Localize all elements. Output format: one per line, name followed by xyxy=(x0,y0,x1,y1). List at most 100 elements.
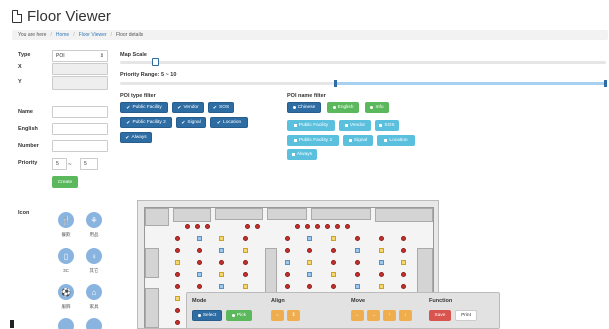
poi-marker[interactable] xyxy=(307,260,312,265)
type-filter-signal[interactable]: ✔ Signal xyxy=(176,117,206,128)
goods-icon[interactable]: ⚘ xyxy=(86,212,102,228)
poi-marker[interactable] xyxy=(243,236,248,241)
print-button[interactable]: Print xyxy=(455,310,477,321)
poi-marker[interactable] xyxy=(355,284,360,289)
more-icon-2[interactable] xyxy=(86,318,102,329)
type-filter-public-facility-2[interactable]: ✔ Public Facility 2 xyxy=(120,117,172,128)
poi-marker[interactable] xyxy=(243,260,248,265)
name-filter-info[interactable]: Info xyxy=(365,102,389,113)
number-input[interactable] xyxy=(52,140,108,152)
priority-range-handle-min[interactable] xyxy=(334,80,337,87)
type-filter-sos[interactable]: ✔ SOS xyxy=(208,102,234,113)
poi-marker[interactable] xyxy=(197,248,202,253)
poi-marker[interactable] xyxy=(219,248,224,253)
poi-marker[interactable] xyxy=(379,284,384,289)
poi-marker[interactable] xyxy=(285,272,290,277)
poi-marker[interactable] xyxy=(331,260,336,265)
poi-marker[interactable] xyxy=(185,224,190,229)
priority-max-input[interactable]: 5 xyxy=(80,158,98,170)
poi-marker[interactable] xyxy=(243,284,248,289)
name-filter-english[interactable]: English xyxy=(327,102,359,113)
poi-marker[interactable] xyxy=(325,224,330,229)
poi-marker[interactable] xyxy=(307,236,312,241)
home-icon[interactable]: ⌂ xyxy=(86,284,102,300)
poi-marker[interactable] xyxy=(379,248,384,253)
name-filter-location[interactable]: Location xyxy=(377,135,415,146)
name-filter-public-facility-2[interactable]: Public Facility 2 xyxy=(287,135,339,146)
map-scale-handle[interactable] xyxy=(152,58,159,66)
poi-marker[interactable] xyxy=(243,272,248,277)
poi-marker[interactable] xyxy=(285,284,290,289)
poi-marker[interactable] xyxy=(335,224,340,229)
poi-marker[interactable] xyxy=(295,224,300,229)
create-button[interactable]: Create xyxy=(52,176,78,188)
poi-marker[interactable] xyxy=(379,272,384,277)
type-select[interactable]: POI ⇕ xyxy=(52,50,108,62)
poi-marker[interactable] xyxy=(307,284,312,289)
poi-marker[interactable] xyxy=(331,248,336,253)
poi-marker[interactable] xyxy=(195,224,200,229)
poi-marker[interactable] xyxy=(243,248,248,253)
poi-marker[interactable] xyxy=(219,260,224,265)
name-filter-sos[interactable]: SOS xyxy=(375,120,399,131)
poi-marker[interactable] xyxy=(219,236,224,241)
name-filter-vendor[interactable]: Vendor xyxy=(339,120,371,131)
pick-mode-button[interactable]: Pick xyxy=(226,310,252,321)
poi-marker[interactable] xyxy=(345,224,350,229)
poi-marker[interactable] xyxy=(175,248,180,253)
poi-marker[interactable] xyxy=(255,224,260,229)
poi-marker[interactable] xyxy=(219,272,224,277)
type-filter-location[interactable]: ✔ Location xyxy=(210,117,248,128)
poi-marker[interactable] xyxy=(355,236,360,241)
poi-marker[interactable] xyxy=(315,224,320,229)
poi-marker[interactable] xyxy=(175,236,180,241)
clothing-icon[interactable]: ⚽ xyxy=(58,284,74,300)
english-input[interactable] xyxy=(52,123,108,135)
poi-marker[interactable] xyxy=(401,272,406,277)
align-horizontal-icon[interactable]: ⇔ xyxy=(271,310,284,321)
poi-marker[interactable] xyxy=(175,296,180,301)
poi-marker[interactable] xyxy=(197,260,202,265)
poi-marker[interactable] xyxy=(307,248,312,253)
name-filter-chinese[interactable]: Chinese xyxy=(287,102,321,113)
poi-marker[interactable] xyxy=(379,260,384,265)
poi-marker[interactable] xyxy=(197,236,202,241)
poi-marker[interactable] xyxy=(379,236,384,241)
type-filter-public-facility[interactable]: ✔ Public Facility xyxy=(120,102,168,113)
poi-marker[interactable] xyxy=(401,260,406,265)
save-button[interactable]: Save xyxy=(429,310,451,321)
dining-icon[interactable]: 🍴 xyxy=(58,212,74,228)
poi-marker[interactable] xyxy=(285,260,290,265)
poi-marker[interactable] xyxy=(307,272,312,277)
poi-marker[interactable] xyxy=(331,236,336,241)
poi-marker[interactable] xyxy=(175,260,180,265)
poi-marker[interactable] xyxy=(355,272,360,277)
poi-marker[interactable] xyxy=(175,320,180,325)
priority-min-input[interactable]: 5 xyxy=(52,158,67,170)
priority-range-handle-max[interactable] xyxy=(604,80,607,87)
breadcrumb-home[interactable]: Home xyxy=(56,32,69,38)
move-left-icon[interactable]: ← xyxy=(351,310,364,321)
poi-marker[interactable] xyxy=(197,284,202,289)
select-mode-button[interactable]: Select xyxy=(192,310,222,321)
more-icon-1[interactable] xyxy=(58,318,74,329)
3c-icon[interactable]: ▯ xyxy=(58,248,74,264)
poi-marker[interactable] xyxy=(305,224,310,229)
name-filter-signal[interactable]: Signal xyxy=(343,135,373,146)
type-filter-vendor[interactable]: ✔ Vendor xyxy=(172,102,204,113)
name-filter-public-facility[interactable]: Public Facility xyxy=(287,120,335,131)
type-filter-always[interactable]: ✔ Always xyxy=(120,132,152,143)
map-scale-track[interactable] xyxy=(120,61,606,64)
poi-marker[interactable] xyxy=(175,308,180,313)
poi-marker[interactable] xyxy=(285,236,290,241)
move-up-icon[interactable]: ↑ xyxy=(383,310,396,321)
poi-marker[interactable] xyxy=(401,284,406,289)
poi-marker[interactable] xyxy=(205,224,210,229)
poi-marker[interactable] xyxy=(219,284,224,289)
poi-marker[interactable] xyxy=(197,272,202,277)
name-input[interactable] xyxy=(52,106,108,118)
poi-marker[interactable] xyxy=(401,236,406,241)
name-filter-always[interactable]: Always xyxy=(287,149,317,160)
poi-marker[interactable] xyxy=(331,272,336,277)
poi-marker[interactable] xyxy=(245,224,250,229)
